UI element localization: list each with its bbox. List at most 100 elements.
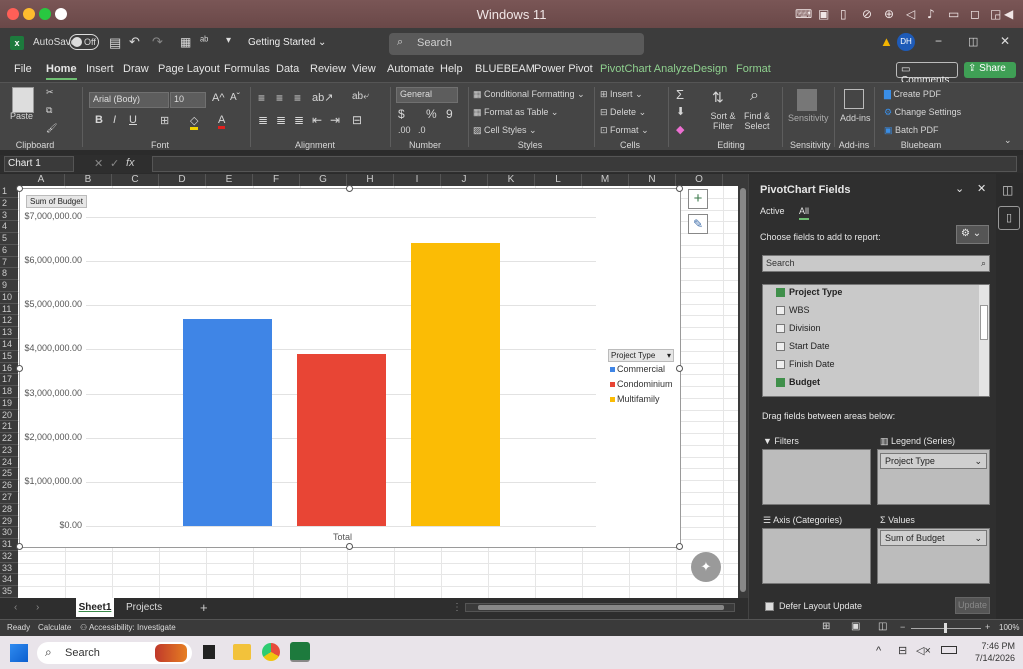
row-header[interactable]: 2 [0,198,18,210]
copy-icon[interactable]: ⧉ [46,105,52,116]
restore-icon[interactable]: ◫ [968,35,978,48]
sheet-tab-projects[interactable]: Projects [126,602,162,613]
legend-item[interactable]: Commercial [610,364,665,374]
find-icon[interactable]: ⌕ [750,87,759,105]
resize-handle[interactable] [676,365,683,372]
accessibility-status[interactable]: ⚇ Accessibility: Investigate [80,623,176,632]
row-header[interactable]: 23 [0,445,18,457]
add-sheet-icon[interactable]: + [200,600,208,615]
align-top-icon[interactable]: ≡ [258,91,265,105]
row-header[interactable]: 32 [0,551,18,563]
shrink-font-icon[interactable]: Aˇ [230,92,240,103]
column-header[interactable]: C [112,174,159,186]
tab-draw[interactable]: Draw [123,63,149,75]
clear-icon[interactable]: ◆ [676,123,684,136]
increase-indent-icon[interactable]: ⇥ [330,113,340,127]
percent-icon[interactable]: % [426,107,437,121]
field-scroll-thumb[interactable] [980,305,988,340]
column-header[interactable]: H [347,174,394,186]
font-size-select[interactable]: 10 [170,92,206,108]
windows-start-icon[interactable] [10,644,28,662]
paste-button[interactable]: Paste [10,111,33,121]
panel-toggle-icon[interactable]: ◫ [1002,183,1013,197]
volume-icon[interactable]: ◁ [906,7,915,21]
file-explorer-icon[interactable] [233,644,251,660]
borders-icon[interactable]: ⊞ [160,114,169,127]
minimize-icon[interactable]: − [935,34,942,48]
row-header[interactable]: 9 [0,280,18,292]
column-header[interactable]: E [206,174,253,186]
cut-icon[interactable]: ✂ [46,87,54,98]
values-field-pill[interactable]: Sum of Budget ⌄ [880,530,987,546]
resize-handle[interactable] [676,543,683,550]
pivot-chart[interactable]: Sum of Budget Total Project Type ▾ $7,00… [16,185,683,550]
quick-access-icon[interactable]: ▦ [180,35,191,49]
insert-function-icon[interactable]: fx [126,157,135,169]
field-list[interactable]: Project Type WBS Division Start Date Finish … [762,284,990,397]
row-header[interactable]: 35 [0,586,18,598]
row-header[interactable]: 13 [0,327,18,339]
undo-icon[interactable]: ↶ [129,34,140,50]
keyboard-icon[interactable]: ⌨ [795,7,812,21]
row-header[interactable]: 18 [0,386,18,398]
row-header[interactable]: 25 [0,468,18,481]
decrease-decimal-icon[interactable]: .0 [418,125,426,135]
legend-item[interactable]: Condominium [610,379,673,389]
font-name-select[interactable]: Arial (Body) [89,92,169,108]
row-header[interactable]: 14 [0,339,18,351]
row-header[interactable]: 10 [0,292,18,304]
tab-power-pivot[interactable]: Power Pivot [534,63,593,75]
resize-handle[interactable] [346,543,353,550]
bar-multifamily[interactable] [411,243,500,526]
chrome-icon[interactable] [262,643,280,661]
normal-view-icon[interactable]: ⊞ [822,621,830,632]
volume-icon[interactable]: ◁× [916,644,931,657]
camera-icon[interactable]: ◻ [970,7,980,21]
change-settings-button[interactable]: ⚙ Change Settings [884,107,961,118]
save-icon[interactable]: ▤ [109,35,121,51]
comments-button[interactable]: ▭ Comments [896,62,958,86]
row-header[interactable]: 30 [0,527,18,540]
chart-styles-brush-icon[interactable]: ✎ [688,214,708,234]
column-header[interactable]: A [18,174,65,186]
tab-pivotchart-analyze[interactable]: PivotChart Analyze [600,63,693,75]
no-entry-icon[interactable]: ⊘ [862,7,872,21]
find-select-button[interactable]: Find & Select [740,111,774,131]
autosum-icon[interactable]: Σ [676,87,684,102]
resize-handle[interactable] [16,185,23,192]
row-header[interactable]: 5 [0,233,18,245]
bar-condominium[interactable] [297,353,386,526]
drive-icon[interactable]: ▭ [948,7,959,21]
tab-automate[interactable]: Automate [387,63,434,75]
column-header[interactable]: O [676,174,723,186]
row-header[interactable]: 17 [0,374,18,387]
screen-share-icon[interactable]: ◲ [990,7,1001,21]
sort-filter-icon[interactable]: ⇅ [712,89,724,106]
align-center-icon[interactable]: ≣ [276,113,286,127]
zoom-in-icon[interactable]: + [985,622,990,632]
currency-icon[interactable]: $ [398,107,405,121]
row-header[interactable]: 27 [0,492,18,504]
row-header[interactable]: 15 [0,351,18,363]
network-icon[interactable]: ⊟ [898,644,907,657]
tab-design[interactable]: Design [693,63,727,75]
number-format-select[interactable]: General [396,87,458,103]
select-all-corner[interactable] [0,174,18,186]
field-checkbox[interactable] [776,306,785,315]
add-ins-icon[interactable] [844,89,864,109]
taskbar-time[interactable]: 7:46 PM [975,641,1015,651]
row-header[interactable]: 7 [0,257,18,269]
page-break-view-icon[interactable]: ◫ [878,621,887,632]
field-list-scrollbar[interactable] [979,285,989,396]
tab-help[interactable]: Help [440,63,463,75]
sensitivity-icon[interactable] [797,89,817,111]
customize-icon[interactable]: ▾ [226,35,231,46]
row-header[interactable]: 3 [0,210,18,222]
legend-field-pill[interactable]: Project Type ⌄ [880,453,987,469]
italic-icon[interactable]: I [113,114,116,126]
globe-icon[interactable]: ⊕ [884,7,894,21]
field-checkbox[interactable] [776,378,785,387]
avatar[interactable]: DH [897,33,915,51]
merge-center-icon[interactable]: ⊟ [352,113,362,127]
legend-item[interactable]: Multifamily [610,394,660,404]
